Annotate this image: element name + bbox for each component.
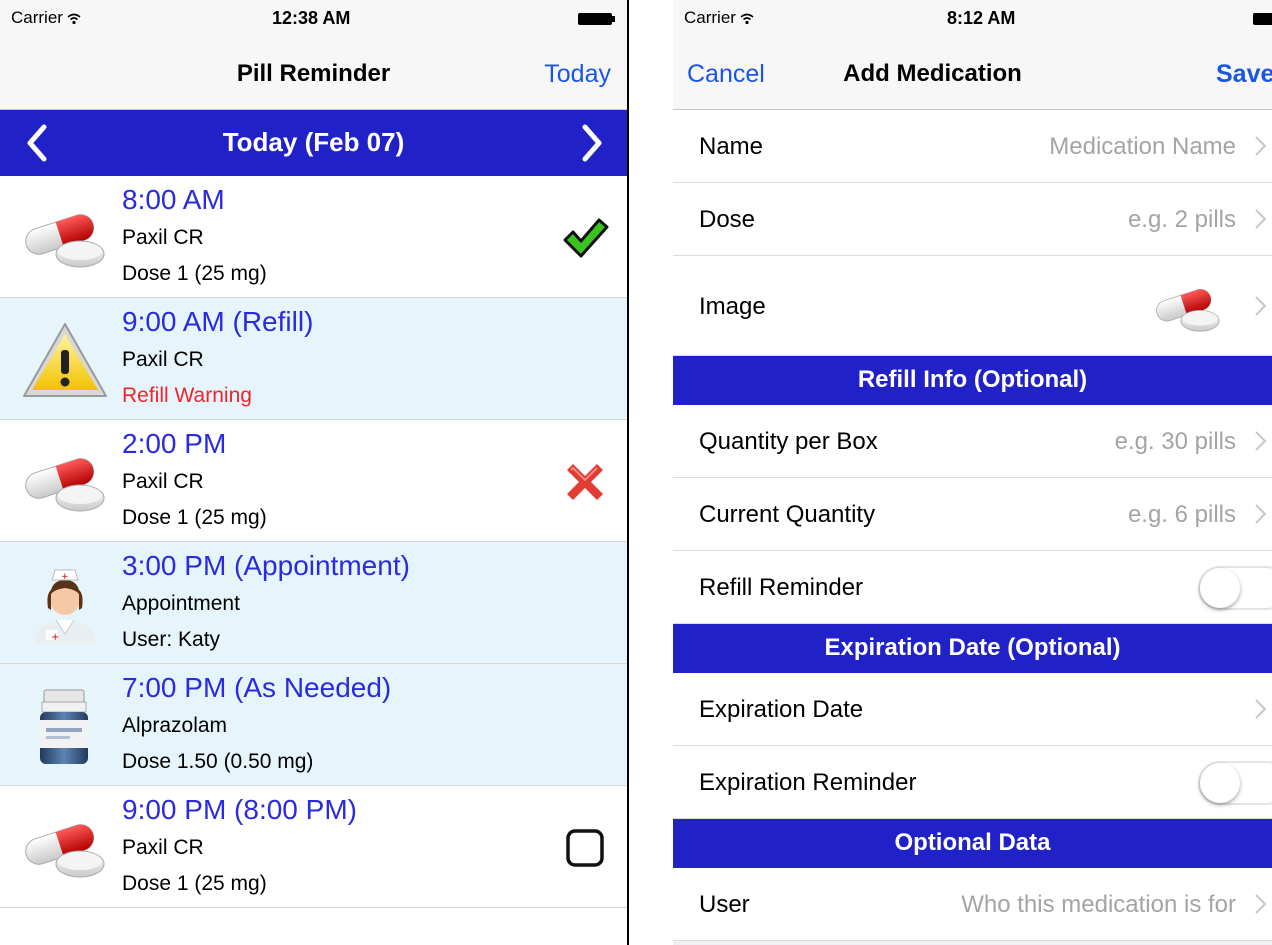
pill-icon — [20, 808, 110, 888]
save-button[interactable]: Save — [1216, 60, 1272, 89]
dose-placeholder: e.g. 2 pills — [1127, 206, 1236, 233]
row-detail: User: Katy — [122, 628, 221, 651]
nav-bar: Cancel Add Medication Save — [673, 36, 1272, 110]
schedule-row[interactable]: 2:00 PM Paxil CR Dose 1 (25 mg) — [0, 420, 627, 542]
nurse-icon — [20, 564, 110, 644]
current-quantity-placeholder: e.g. 6 pills — [1127, 501, 1236, 528]
wifi-icon — [740, 13, 754, 24]
row-time: 7:00 PM (As Needed) — [122, 672, 392, 703]
expiration-reminder-row: Expiration Reminder — [673, 746, 1272, 819]
schedule-row[interactable]: 9:00 PM (8:00 PM) Paxil CR Dose 1 (25 mg… — [0, 786, 627, 908]
user-field[interactable]: User Who this medication is for — [673, 868, 1272, 941]
row-time: 9:00 AM (Refill) — [122, 306, 314, 337]
pill-icon — [20, 442, 110, 522]
name-placeholder: Medication Name — [1049, 133, 1236, 160]
refill-reminder-row: Refill Reminder — [673, 551, 1272, 624]
refill-warning-label: Refill Warning — [122, 384, 252, 407]
add-medication-screen: Carrier 8:12 AM Cancel Add Medication Sa… — [673, 0, 1272, 945]
chevron-right-icon — [1254, 208, 1268, 230]
screen-divider — [627, 0, 673, 945]
name-label: Name — [699, 133, 764, 160]
screen-divider-line — [627, 0, 629, 945]
current-date-label: Today (Feb 07) — [222, 127, 405, 157]
row-detail: Dose 1.50 (0.50 mg) — [122, 750, 314, 773]
quantity-per-box-label: Quantity per Box — [699, 428, 878, 455]
unchecked-box-icon[interactable] — [561, 824, 609, 872]
battery-icon — [1253, 13, 1272, 25]
page-title: Pill Reminder — [236, 60, 391, 87]
row-medication-name: Paxil CR — [122, 348, 204, 371]
pill-icon — [20, 198, 110, 278]
image-field[interactable]: Image — [673, 256, 1272, 356]
row-time: 8:00 AM — [122, 184, 225, 215]
pill-reminder-screen: Carrier 12:38 AM Pill Reminder Today Tod… — [0, 0, 627, 945]
refill-section-header: Refill Info (Optional) — [673, 356, 1272, 405]
missed-x-icon[interactable] — [561, 458, 609, 506]
dose-field[interactable]: Dose e.g. 2 pills — [673, 183, 1272, 256]
chevron-right-icon — [1254, 893, 1268, 915]
carrier-label: Carrier — [11, 8, 81, 28]
row-time: 3:00 PM (Appointment) — [122, 550, 410, 581]
image-label: Image — [699, 293, 766, 320]
row-medication-name: Paxil CR — [122, 470, 204, 493]
expiration-date-label: Expiration Date — [699, 696, 864, 723]
status-time: 8:12 AM — [947, 8, 1016, 28]
row-detail: Dose 1 (25 mg) — [122, 506, 267, 529]
warning-icon — [20, 320, 110, 400]
row-medication-name: Paxil CR — [122, 836, 204, 859]
pill-icon — [1148, 276, 1228, 340]
page-title: Add Medication — [843, 60, 1022, 87]
date-bar: Today (Feb 07) — [0, 110, 627, 176]
next-day-chevron-icon[interactable] — [577, 123, 607, 163]
chevron-right-icon — [1254, 295, 1268, 317]
row-detail: Dose 1 (25 mg) — [122, 262, 267, 285]
nav-bar: Pill Reminder Today — [0, 36, 627, 110]
schedule-row[interactable]: 7:00 PM (As Needed) Alprazolam Dose 1.50… — [0, 664, 627, 786]
chevron-right-icon — [1254, 135, 1268, 157]
row-medication-name: Alprazolam — [122, 714, 228, 737]
chevron-right-icon — [1254, 698, 1268, 720]
refill-reminder-toggle[interactable] — [1198, 566, 1272, 610]
current-quantity-field[interactable]: Current Quantity e.g. 6 pills — [673, 478, 1272, 551]
wifi-icon — [67, 13, 81, 24]
schedule-row[interactable]: 3:00 PM (Appointment) Appointment User: … — [0, 542, 627, 664]
optional-data-section-header: Optional Data — [673, 819, 1272, 868]
taken-checkmark-icon[interactable] — [561, 214, 609, 262]
expiration-reminder-label: Expiration Reminder — [699, 769, 917, 796]
dose-label: Dose — [699, 206, 756, 233]
refill-reminder-label: Refill Reminder — [699, 574, 864, 601]
current-quantity-label: Current Quantity — [699, 501, 876, 528]
schedule-list: 8:00 AM Paxil CR Dose 1 (25 mg) 9:00 AM … — [0, 176, 627, 908]
expiration-section-header: Expiration Date (Optional) — [673, 624, 1272, 673]
row-time: 9:00 PM (8:00 PM) — [122, 794, 357, 825]
status-time: 12:38 AM — [272, 8, 351, 28]
chevron-right-icon — [1254, 430, 1268, 452]
name-field[interactable]: Name Medication Name — [673, 110, 1272, 183]
row-detail: Dose 1 (25 mg) — [122, 872, 267, 895]
row-time: 2:00 PM — [122, 428, 227, 459]
schedule-row[interactable]: 8:00 AM Paxil CR Dose 1 (25 mg) — [0, 176, 627, 298]
user-placeholder: Who this medication is for — [961, 891, 1236, 918]
battery-icon — [578, 13, 612, 25]
pill-bottle-icon — [20, 686, 110, 766]
chevron-right-icon — [1254, 503, 1268, 525]
expiration-reminder-toggle[interactable] — [1198, 761, 1272, 805]
status-bar: Carrier 12:38 AM — [0, 0, 627, 36]
row-medication-name: Paxil CR — [122, 226, 204, 249]
carrier-label: Carrier — [684, 8, 754, 28]
today-button[interactable]: Today — [544, 60, 611, 89]
quantity-per-box-field[interactable]: Quantity per Box e.g. 30 pills — [673, 405, 1272, 478]
schedule-row[interactable]: 9:00 AM (Refill) Paxil CR Refill Warning — [0, 298, 627, 420]
row-medication-name: Appointment — [122, 592, 240, 615]
user-label: User — [699, 891, 750, 918]
status-bar: Carrier 8:12 AM — [673, 0, 1272, 36]
expiration-date-field[interactable]: Expiration Date — [673, 673, 1272, 746]
quantity-per-box-placeholder: e.g. 30 pills — [1114, 428, 1236, 455]
